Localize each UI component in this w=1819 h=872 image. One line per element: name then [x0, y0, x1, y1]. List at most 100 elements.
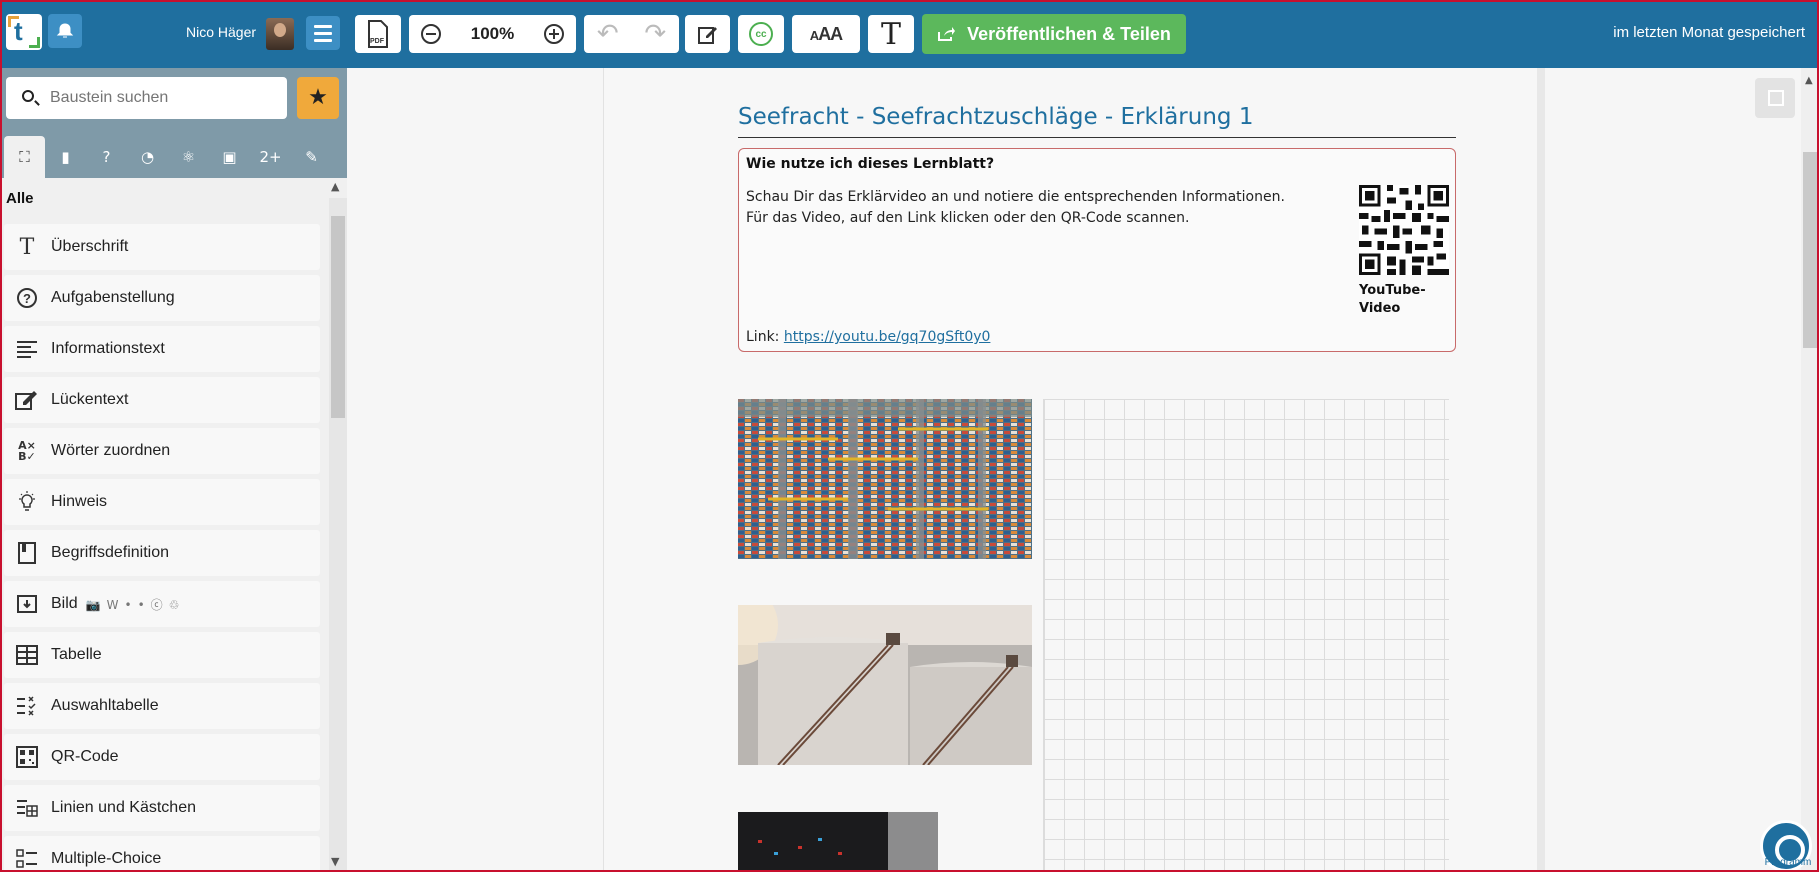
font-size-big-label: AA [818, 23, 843, 44]
sidebar-item-label: QR-Code [51, 748, 119, 765]
grid-lines-block[interactable] [1043, 399, 1449, 872]
zoom-control: 100% [409, 15, 576, 53]
paragraph-lines-icon [14, 337, 40, 361]
sidebar-item-definition[interactable]: Begriffsdefinition [4, 530, 320, 576]
sidebar-item-label: Tabelle [51, 646, 102, 663]
sidebar-scrollbar-thumb[interactable] [331, 216, 345, 418]
storage-tanks-image[interactable] [738, 605, 1032, 765]
tab-images[interactable]: ▣ [209, 136, 250, 178]
image-source-icons: 📷W••ⓒ♲ [85, 597, 186, 612]
app-logo[interactable]: t [6, 14, 42, 50]
font-size-small-label: A [809, 27, 819, 43]
search-input[interactable] [50, 87, 270, 109]
publish-share-button[interactable]: Veröffentlichen & Teilen [922, 14, 1186, 54]
instruction-text: Schau Dir das Erklärvideo an und notiere… [746, 189, 1285, 226]
tab-tasks[interactable]: ? [86, 136, 127, 178]
publish-label: Veröffentlichen & Teilen [967, 23, 1171, 44]
help-label: Programm [1764, 857, 1812, 868]
tab-all[interactable]: ⛶ [4, 136, 45, 178]
sidebar-item-multiple-choice[interactable]: Multiple-Choice [4, 836, 320, 872]
notification-button[interactable] [48, 14, 82, 48]
sidebar-item-label: Bild [51, 595, 78, 612]
menu-line [314, 32, 332, 35]
question-circle-icon: ? [14, 286, 40, 310]
instruction-box[interactable]: Wie nutze ich dieses Lernblatt? Schau Di… [738, 148, 1456, 352]
page-layout-button[interactable] [1755, 78, 1795, 118]
sidebar-item-qr-code[interactable]: QR-Code [4, 734, 320, 780]
scroll-down-icon[interactable]: ▼ [331, 855, 339, 868]
main-scroll-up-icon[interactable]: ▲ [1805, 75, 1813, 86]
dark-equipment-image[interactable] [738, 812, 938, 872]
bell-icon [56, 23, 74, 38]
scroll-up-icon[interactable]: ▲ [331, 180, 339, 193]
heading-icon: T [19, 234, 35, 260]
sidebar-item-image[interactable]: Bild 📷W••ⓒ♲ [4, 581, 320, 627]
sidebar-item-label: Begriffsdefinition [51, 544, 169, 561]
menu-line [314, 39, 332, 42]
hamburger-menu-button[interactable] [306, 16, 340, 50]
sidebar-item-label: Linien und Kästchen [51, 799, 196, 816]
video-link[interactable]: https://youtu.be/gq70gSft0y0 [784, 329, 991, 345]
tab-discussion[interactable]: ◔ [127, 136, 168, 178]
sidebar-item-choice-table[interactable]: Auswahltabelle [4, 683, 320, 729]
tab-notes[interactable]: ✎ [291, 136, 332, 178]
book-icon [14, 541, 40, 565]
sidebar-item-match-words[interactable]: A× B✓ Wörter zuordnen [4, 428, 320, 474]
zoom-level: 100% [470, 24, 515, 43]
menu-line [314, 25, 332, 28]
edit-icon [697, 27, 717, 44]
sidebar-item-label: Lückentext [51, 391, 129, 408]
redo-icon[interactable]: ↷ [644, 19, 666, 49]
edit-button[interactable] [685, 15, 730, 53]
sidebar-item-info-text[interactable]: Informationstext [4, 326, 320, 372]
checklist-icon [14, 694, 40, 718]
text-tool-button[interactable]: T [868, 15, 914, 53]
dark-equipment-illustration [738, 812, 938, 872]
sidebar-item-lines-boxes[interactable]: Linien und Kästchen [4, 785, 320, 831]
page-title[interactable]: Seefracht - Seefrachtzuschläge - Erkläru… [738, 104, 1456, 138]
favorites-button[interactable]: ★ [297, 77, 339, 119]
user-name[interactable]: Nico Häger [186, 24, 256, 40]
sidebar-item-table[interactable]: Tabelle [4, 632, 320, 678]
category-title: Alle [6, 190, 34, 207]
container-port-image[interactable] [738, 399, 1032, 559]
undo-redo-group: ↶ ↷ [584, 15, 679, 53]
search-box [6, 77, 287, 119]
star-icon: ★ [308, 85, 328, 110]
note-pen-icon: ✎ [305, 148, 318, 166]
tab-documents[interactable]: ▮ [45, 136, 86, 178]
sidebar-item-label: Hinweis [51, 493, 108, 510]
zoom-out-icon[interactable] [421, 24, 441, 44]
undo-icon[interactable]: ↶ [597, 19, 619, 49]
tab-science[interactable]: ⚛ [168, 136, 209, 178]
sidebar-header: ★ ⛶ ▮ ? ◔ ⚛ ▣ 2+ ✎ [0, 68, 347, 178]
zoom-in-icon[interactable] [543, 24, 564, 44]
sidebar-item-task[interactable]: ? Aufgabenstellung [4, 275, 320, 321]
sidebar-item-label: Aufgabenstellung [51, 289, 175, 306]
font-size-button[interactable]: AAA [792, 15, 860, 53]
container-port-illustration [738, 399, 1032, 559]
image-icon: ▣ [222, 148, 237, 166]
expand-icon: ⛶ [19, 148, 30, 166]
sidebar-item-gap-text[interactable]: Lückentext [4, 377, 320, 423]
lightbulb-icon [14, 490, 40, 514]
sidebar-item-heading[interactable]: T Überschrift [4, 224, 320, 270]
pdf-export-button[interactable]: PDF [355, 15, 401, 53]
creative-commons-icon: cc [749, 22, 773, 46]
top-toolbar: t Nico Häger PDF 100% ↶ ↷ cc AAA T Veröf… [0, 0, 1819, 68]
edit-box-icon [14, 388, 40, 412]
lines-grid-icon [14, 796, 40, 820]
building-blocks-sidebar: ★ ⛶ ▮ ? ◔ ⚛ ▣ 2+ ✎ Alle ▲ T Überschrift … [0, 68, 347, 872]
sidebar-item-hint[interactable]: Hinweis [4, 479, 320, 525]
link-label: Link: [746, 329, 780, 345]
qr-code-image[interactable] [1359, 185, 1449, 275]
sidebar-item-label: Multiple-Choice [51, 850, 162, 867]
avatar[interactable] [266, 18, 294, 50]
sidebar-item-label: Wörter zuordnen [51, 442, 171, 459]
main-scrollbar-thumb[interactable] [1803, 152, 1817, 348]
sidebar-item-label: Informationstext [51, 340, 165, 357]
math-icon: 2+ [259, 148, 282, 166]
license-button[interactable]: cc [738, 15, 784, 53]
tab-math[interactable]: 2+ [250, 136, 291, 178]
video-link-line: Link: https://youtu.be/gq70gSft0y0 [746, 329, 990, 345]
